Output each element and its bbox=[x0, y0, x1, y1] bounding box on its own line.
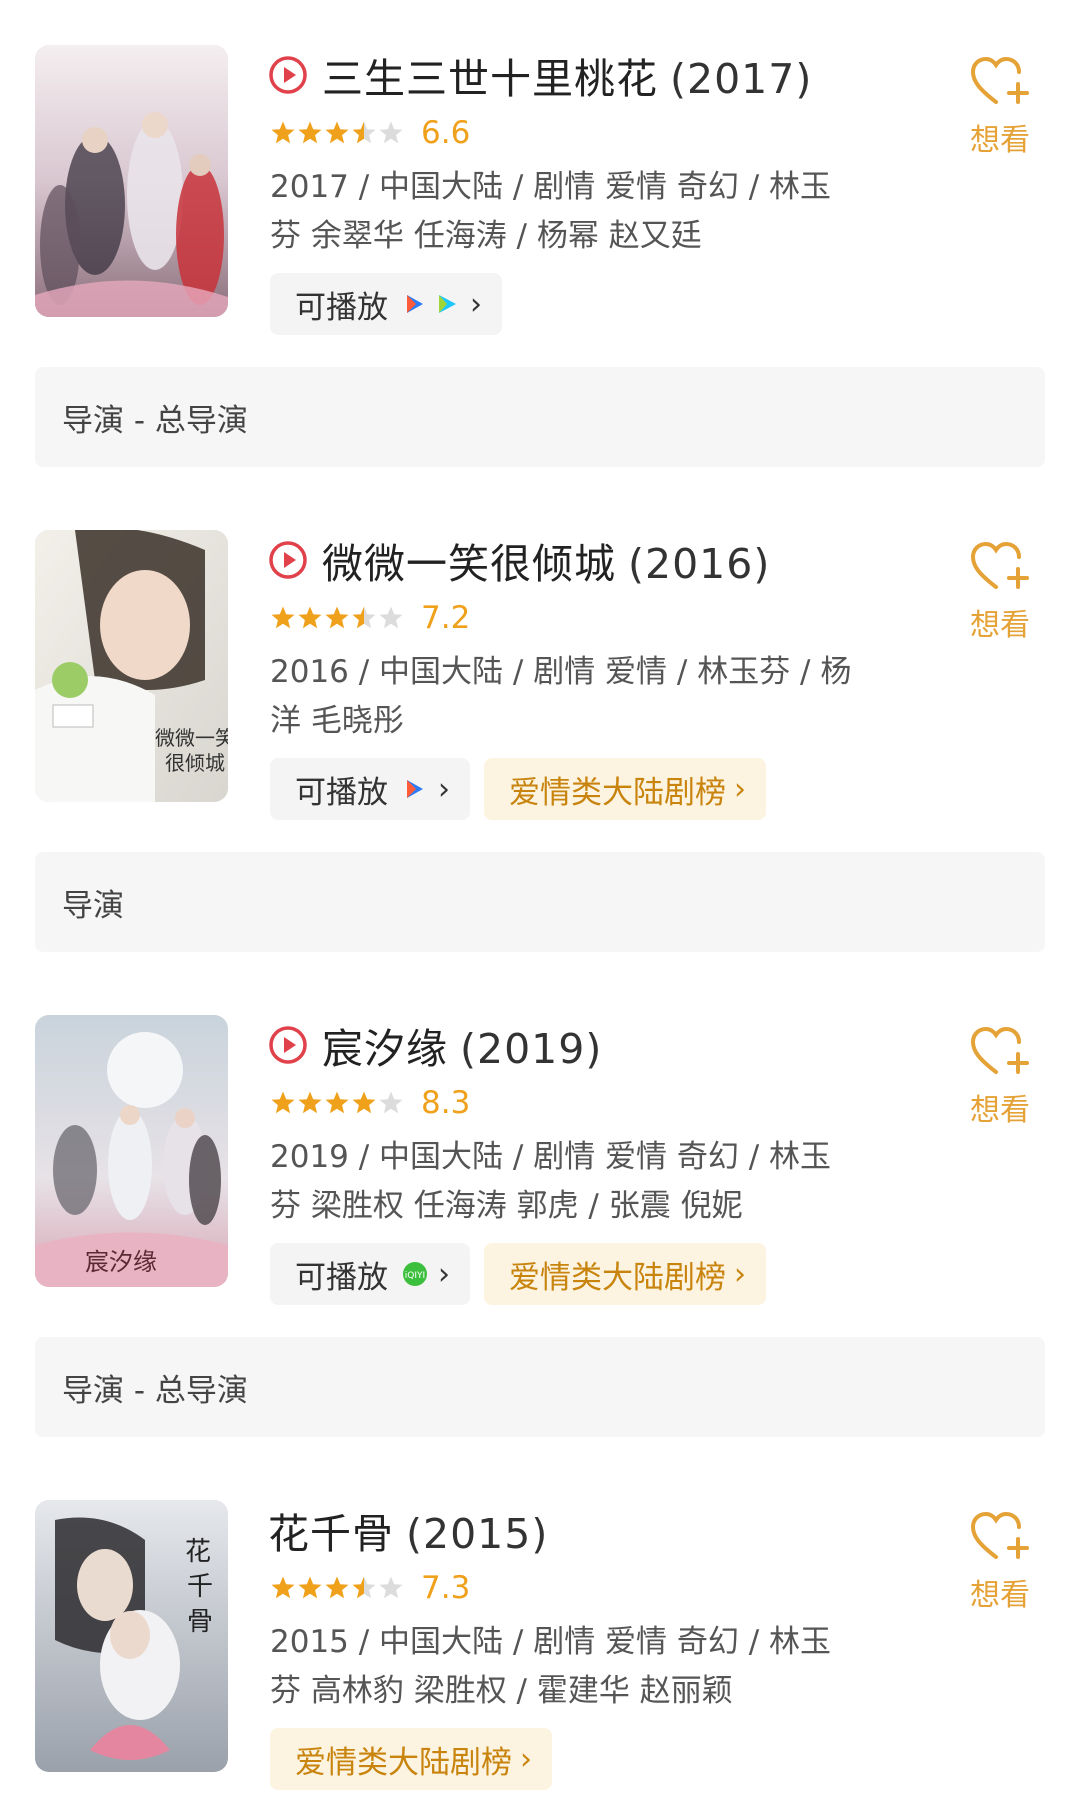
rating: 8.3 bbox=[270, 1085, 470, 1121]
iqiyi-icon: iQIYI bbox=[403, 1262, 427, 1286]
director-info: 导演 - 总导演 bbox=[35, 367, 1045, 467]
star-half-icon bbox=[352, 606, 376, 629]
rating-score: 7.2 bbox=[421, 600, 471, 636]
star-rating bbox=[270, 1090, 405, 1116]
poster-image[interactable]: 宸汐缘 bbox=[35, 1015, 228, 1287]
star-full-icon bbox=[271, 1091, 295, 1114]
director-info: 导演 - 总导演 bbox=[35, 1337, 1045, 1437]
chevron-right-icon: › bbox=[438, 771, 450, 807]
rating: 7.3 bbox=[270, 1570, 470, 1606]
svg-text:微微一笑: 微微一笑 bbox=[155, 726, 228, 750]
playable-button[interactable]: 可播放 › bbox=[270, 273, 502, 335]
heart-plus-icon bbox=[970, 1511, 1029, 1559]
star-full-icon bbox=[271, 1576, 295, 1599]
chevron-right-icon: › bbox=[520, 1741, 532, 1777]
youku-icon bbox=[439, 295, 456, 313]
star-full-icon bbox=[325, 1576, 349, 1599]
meta-info: 2016 / 中国大陆 / 剧情 爱情 / 林玉芬 / 杨 洋 毛晓彤 bbox=[270, 654, 852, 739]
star-full-icon bbox=[298, 606, 322, 629]
want-to-watch-button[interactable]: 想看 bbox=[962, 1025, 1038, 1129]
chevron-right-icon: › bbox=[734, 1256, 746, 1292]
star-full-icon bbox=[271, 121, 295, 144]
rating-score: 6.6 bbox=[421, 115, 471, 151]
playable-button[interactable]: 可播放 iQIYI › bbox=[270, 1243, 470, 1305]
title[interactable]: 微微一笑很倾城 (2016) bbox=[322, 530, 770, 590]
svg-text:宸汐缘: 宸汐缘 bbox=[85, 1248, 157, 1276]
want-to-watch-button[interactable]: 想看 bbox=[962, 55, 1038, 159]
rating-score: 7.3 bbox=[421, 1570, 471, 1606]
poster-image[interactable]: 微微一笑 很倾城 bbox=[35, 530, 228, 802]
star-full-icon bbox=[325, 606, 349, 629]
play-icon[interactable] bbox=[268, 55, 308, 95]
play-icon[interactable] bbox=[268, 540, 308, 580]
chevron-right-icon: › bbox=[438, 1256, 450, 1292]
want-to-watch-button[interactable]: 想看 bbox=[962, 540, 1038, 644]
heart-plus-icon bbox=[970, 1026, 1029, 1074]
meta-info: 2019 / 中国大陆 / 剧情 爱情 奇幻 / 林玉 芬 梁胜权 任海涛 郭虎… bbox=[270, 1139, 832, 1224]
playable-button[interactable]: 可播放 › bbox=[270, 758, 470, 820]
rating-score: 8.3 bbox=[421, 1085, 471, 1121]
rating: 6.6 bbox=[270, 115, 470, 151]
heart-plus-icon bbox=[970, 56, 1029, 104]
play-icon[interactable] bbox=[268, 1025, 308, 1065]
star-full-icon bbox=[325, 1091, 349, 1114]
ranking-badge[interactable]: 爱情类大陆剧榜 › bbox=[484, 1243, 766, 1305]
ranking-badge[interactable]: 爱情类大陆剧榜 › bbox=[484, 758, 766, 820]
tencent-video-icon bbox=[407, 295, 423, 313]
star-full-icon bbox=[325, 121, 349, 144]
title[interactable]: 三生三世十里桃花 (2017) bbox=[322, 45, 812, 105]
rating: 7.2 bbox=[270, 600, 470, 636]
star-full-icon bbox=[298, 1091, 322, 1114]
star-empty-icon bbox=[379, 1576, 403, 1599]
star-rating bbox=[270, 605, 405, 631]
star-half-icon bbox=[352, 121, 376, 144]
chevron-right-icon: › bbox=[470, 286, 482, 322]
star-full-icon bbox=[298, 121, 322, 144]
star-rating bbox=[270, 1575, 405, 1601]
heart-plus-icon bbox=[970, 541, 1029, 589]
title[interactable]: 宸汐缘 (2019) bbox=[322, 1015, 602, 1075]
meta-info: 2015 / 中国大陆 / 剧情 爱情 奇幻 / 林玉 芬 高林豹 梁胜权 / … bbox=[270, 1624, 832, 1709]
director-info: 导演 bbox=[35, 852, 1045, 952]
poster-image[interactable]: 花 千 骨 bbox=[35, 1500, 228, 1772]
ranking-badge[interactable]: 爱情类大陆剧榜 › bbox=[270, 1728, 552, 1790]
star-empty-icon bbox=[379, 606, 403, 629]
svg-text:iQIYI: iQIYI bbox=[405, 1271, 425, 1281]
poster-image[interactable] bbox=[35, 45, 228, 317]
star-full-icon bbox=[271, 606, 295, 629]
svg-text:花: 花 bbox=[185, 1537, 211, 1567]
chevron-right-icon: › bbox=[734, 771, 746, 807]
search-results-list: 三生三世十里桃花 (2017) 6.6 2017 / 中国大陆 / 剧情 爱情 奇… bbox=[0, 0, 1080, 1816]
tencent-video-icon bbox=[407, 780, 423, 798]
title[interactable]: 花千骨 (2015) bbox=[268, 1500, 548, 1560]
svg-text:很倾城: 很倾城 bbox=[165, 751, 225, 775]
star-rating bbox=[270, 120, 405, 146]
star-empty-icon bbox=[379, 1091, 403, 1114]
star-half-icon bbox=[352, 1576, 376, 1599]
svg-text:骨: 骨 bbox=[187, 1607, 213, 1637]
star-empty-icon bbox=[379, 121, 403, 144]
meta-info: 2017 / 中国大陆 / 剧情 爱情 奇幻 / 林玉 芬 余翠华 任海涛 / … bbox=[270, 169, 832, 254]
svg-text:千: 千 bbox=[187, 1572, 213, 1602]
star-full-icon bbox=[352, 1091, 376, 1114]
want-to-watch-button[interactable]: 想看 bbox=[962, 1510, 1038, 1614]
star-full-icon bbox=[298, 1576, 322, 1599]
